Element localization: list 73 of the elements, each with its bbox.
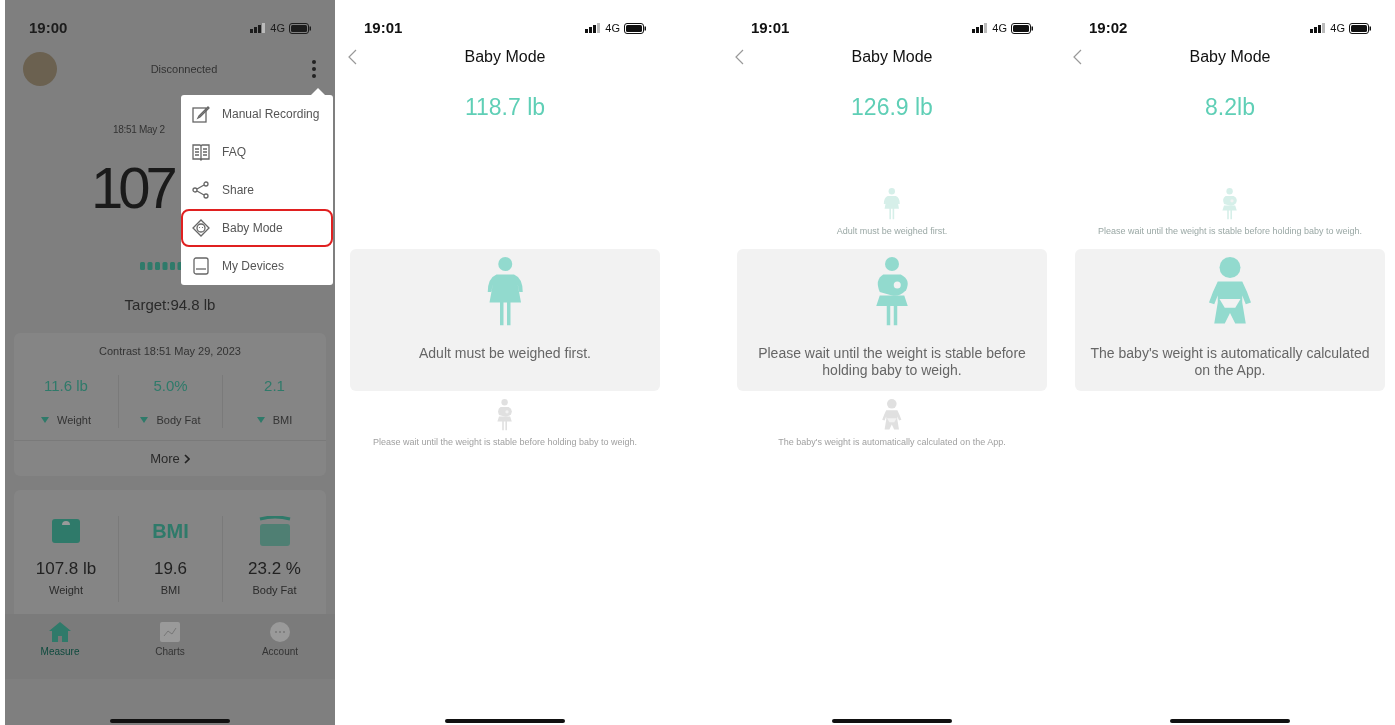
menu-item[interactable]: Share [181, 171, 333, 209]
network-label: 4G [605, 20, 620, 36]
signal-icon [250, 23, 267, 33]
back-chevron-icon[interactable] [1073, 49, 1082, 65]
faded-step-text: Please wait until the weight is stable before holding baby to weigh. [371, 436, 639, 448]
avatar-photo-placeholder[interactable] [23, 52, 57, 86]
chart-icon [160, 622, 180, 642]
connection-status: Disconnected [150, 61, 218, 77]
battery-icon [1349, 22, 1371, 34]
bmi-label-icon: BMI [152, 516, 189, 546]
contrast-value: 5.0% [153, 376, 188, 396]
back-chevron-icon[interactable] [735, 49, 744, 65]
network-label: 4G [992, 20, 1007, 36]
summary-value: 23.2 % [248, 558, 301, 580]
weight-reading: 118.7 lb [464, 93, 546, 122]
pencil-icon [192, 105, 210, 123]
contrast-value: 11.6 lb [44, 376, 88, 396]
step-text: The baby's weight is automatically calculated on the App. [1089, 344, 1371, 379]
target-weight: Target:94.8 lb [124, 295, 216, 315]
contrast-label: Body Fat [156, 412, 201, 428]
contrast-value: 2.1 [264, 376, 285, 396]
status-time: 19:01 [751, 17, 790, 38]
faded-step-text: Adult must be weighed first. [835, 225, 949, 237]
battery-icon [289, 22, 311, 34]
summary-label: BMI [160, 582, 181, 598]
network-label: 4G [270, 20, 285, 36]
battery-icon [624, 22, 646, 34]
contrast-label: Weight [56, 412, 91, 428]
weight-reading: 126.9 lb [851, 93, 933, 122]
faded-step-text: The baby's weight is automatically calculated on the App. [777, 436, 1007, 448]
summary-value: 19.6 [153, 558, 188, 580]
book-icon [192, 143, 210, 161]
screen-title: Baby Mode [851, 47, 933, 67]
scale-device-icon [192, 257, 210, 275]
network-label: 4G [1330, 20, 1345, 36]
scale-icon [51, 517, 81, 545]
signal-icon [972, 23, 989, 33]
status-time: 19:02 [1089, 17, 1128, 38]
contrast-title: Contrast 18:51 May 29, 2023 [99, 343, 241, 359]
baby-face-icon [192, 219, 210, 237]
measurement-date: 18:51 May 2 [113, 124, 165, 135]
menu-item[interactable]: Manual Recording [181, 95, 333, 133]
share-icon [192, 181, 210, 199]
menu-item[interactable]: My Devices [181, 247, 333, 285]
more-link[interactable]: More [150, 448, 190, 469]
woman-figure-icon [883, 187, 901, 220]
woman-figure-icon [485, 256, 525, 327]
summary-value: 107.8 lb [35, 558, 97, 580]
more-menu-icon[interactable] [311, 60, 317, 78]
summary-label: Weight [48, 582, 83, 598]
signal-icon [585, 23, 602, 33]
chevron-right-icon [183, 453, 190, 464]
status-time: 19:01 [364, 17, 403, 38]
step-text: Adult must be weighed first. [418, 344, 592, 362]
screen-title: Baby Mode [1189, 47, 1271, 67]
signal-icon [1310, 23, 1327, 33]
step-text: Please wait until the weight is stable before holding baby to weigh. [757, 344, 1027, 379]
weight-value: 107 [91, 155, 173, 220]
back-chevron-icon[interactable] [348, 49, 357, 65]
contrast-label: BMI [272, 412, 293, 428]
more-icon [270, 622, 290, 642]
body-fat-icon [258, 516, 291, 546]
weight-reading: 8.2lb [1205, 93, 1255, 122]
menu-item[interactable]: Baby Mode [181, 209, 333, 247]
status-time: 19:00 [29, 17, 68, 38]
summary-label: Body Fat [252, 582, 297, 598]
battery-icon [1011, 22, 1033, 34]
menu-item[interactable]: FAQ [181, 133, 333, 171]
home-icon [49, 622, 71, 642]
woman-holding-baby-icon [1220, 187, 1240, 220]
woman-holding-baby-icon [495, 398, 515, 431]
screen-title: Baby Mode [464, 47, 546, 67]
faded-step-text: Please wait until the weight is stable before holding baby to weigh. [1096, 225, 1364, 237]
